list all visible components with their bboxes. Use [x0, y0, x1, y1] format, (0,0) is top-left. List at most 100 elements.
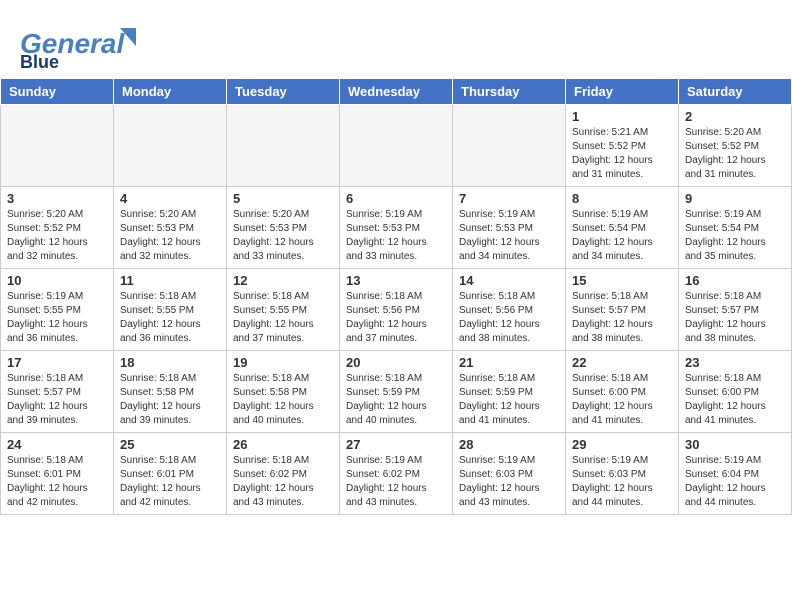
day-info: Sunrise: 5:18 AM Sunset: 5:58 PM Dayligh… [120, 372, 220, 428]
calendar-cell: 10 Sunrise: 5:19 AM Sunset: 5:55 PM Dayli… [1, 269, 114, 351]
day-info: Sunrise: 5:18 AM Sunset: 6:00 PM Dayligh… [685, 372, 785, 428]
day-number: 6 [346, 191, 446, 206]
calendar-cell: 1 Sunrise: 5:21 AM Sunset: 5:52 PM Daylig… [566, 105, 679, 187]
day-info: Sunrise: 5:18 AM Sunset: 5:57 PM Dayligh… [685, 290, 785, 346]
calendar-cell [1, 105, 114, 187]
calendar-body: 1 Sunrise: 5:21 AM Sunset: 5:52 PM Daylig… [1, 105, 792, 515]
calendar-cell [227, 105, 340, 187]
day-info: Sunrise: 5:18 AM Sunset: 5:56 PM Dayligh… [459, 290, 559, 346]
day-info: Sunrise: 5:18 AM Sunset: 5:57 PM Dayligh… [7, 372, 107, 428]
calendar-cell: 13 Sunrise: 5:18 AM Sunset: 5:56 PM Dayli… [340, 269, 453, 351]
day-number: 14 [459, 273, 559, 288]
day-number: 22 [572, 355, 672, 370]
day-number: 18 [120, 355, 220, 370]
day-number: 25 [120, 437, 220, 452]
day-of-week-friday: Friday [566, 79, 679, 105]
day-info: Sunrise: 5:19 AM Sunset: 6:02 PM Dayligh… [346, 454, 446, 510]
day-info: Sunrise: 5:18 AM Sunset: 6:00 PM Dayligh… [572, 372, 672, 428]
calendar-cell: 12Sunrise: 5:18 AM Sunset: 5:55 PM Dayli… [227, 269, 340, 351]
calendar-week-4: 17 Sunrise: 5:18 AM Sunset: 5:57 PM Dayli… [1, 351, 792, 433]
calendar-cell: 21 Sunrise: 5:18 AM Sunset: 5:59 PM Dayli… [453, 351, 566, 433]
calendar-cell: 18 Sunrise: 5:18 AM Sunset: 5:58 PM Dayli… [114, 351, 227, 433]
day-info: Sunrise: 5:19 AM Sunset: 5:54 PM Dayligh… [685, 208, 785, 264]
day-info: Sunrise: 5:19 AM Sunset: 6:04 PM Dayligh… [685, 454, 785, 510]
day-info: Sunrise: 5:18 AM Sunset: 5:56 PM Dayligh… [346, 290, 446, 346]
day-number: 24 [7, 437, 107, 452]
day-info: Sunrise: 5:19 AM Sunset: 6:03 PM Dayligh… [459, 454, 559, 510]
calendar-cell: 3 Sunrise: 5:20 AM Sunset: 5:52 PM Daylig… [1, 187, 114, 269]
calendar-week-3: 10 Sunrise: 5:19 AM Sunset: 5:55 PM Dayli… [1, 269, 792, 351]
calendar-week-2: 3 Sunrise: 5:20 AM Sunset: 5:52 PM Daylig… [1, 187, 792, 269]
day-number: 12 [233, 273, 333, 288]
day-number: 29 [572, 437, 672, 452]
day-info: Sunrise: 5:18 AM Sunset: 5:58 PM Dayligh… [233, 372, 333, 428]
day-info: Sunrise: 5:20 AM Sunset: 5:52 PM Dayligh… [7, 208, 107, 264]
day-info: Sunrise: 5:19 AM Sunset: 5:53 PM Dayligh… [346, 208, 446, 264]
day-info: Sunrise: 5:18 AM Sunset: 6:01 PM Dayligh… [120, 454, 220, 510]
day-info: Sunrise: 5:20 AM Sunset: 5:53 PM Dayligh… [120, 208, 220, 264]
calendar-cell: 27Sunrise: 5:19 AM Sunset: 6:02 PM Dayli… [340, 433, 453, 515]
day-number: 13 [346, 273, 446, 288]
calendar-cell: 20 Sunrise: 5:18 AM Sunset: 5:59 PM Dayli… [340, 351, 453, 433]
calendar-cell [453, 105, 566, 187]
day-of-week-wednesday: Wednesday [340, 79, 453, 105]
day-of-week-sunday: Sunday [1, 79, 114, 105]
day-info: Sunrise: 5:19 AM Sunset: 6:03 PM Dayligh… [572, 454, 672, 510]
day-number: 5 [233, 191, 333, 206]
day-info: Sunrise: 5:19 AM Sunset: 5:53 PM Dayligh… [459, 208, 559, 264]
calendar-cell: 29 Sunrise: 5:19 AM Sunset: 6:03 PM Dayli… [566, 433, 679, 515]
calendar-cell: 11Sunrise: 5:18 AM Sunset: 5:55 PM Dayli… [114, 269, 227, 351]
day-info: Sunrise: 5:21 AM Sunset: 5:52 PM Dayligh… [572, 126, 672, 182]
day-number: 16 [685, 273, 785, 288]
day-number: 26 [233, 437, 333, 452]
calendar-week-5: 24 Sunrise: 5:18 AM Sunset: 6:01 PM Dayli… [1, 433, 792, 515]
day-info: Sunrise: 5:19 AM Sunset: 5:55 PM Dayligh… [7, 290, 107, 346]
calendar-week-1: 1 Sunrise: 5:21 AM Sunset: 5:52 PM Daylig… [1, 105, 792, 187]
day-number: 20 [346, 355, 446, 370]
calendar-cell: 14 Sunrise: 5:18 AM Sunset: 5:56 PM Dayli… [453, 269, 566, 351]
days-of-week-row: SundayMondayTuesdayWednesdayThursdayFrid… [1, 79, 792, 105]
day-number: 28 [459, 437, 559, 452]
calendar-cell: 16 Sunrise: 5:18 AM Sunset: 5:57 PM Dayli… [679, 269, 792, 351]
day-of-week-thursday: Thursday [453, 79, 566, 105]
day-info: Sunrise: 5:18 AM Sunset: 5:59 PM Dayligh… [459, 372, 559, 428]
page-header: General Blue [0, 0, 792, 78]
day-number: 10 [7, 273, 107, 288]
day-number: 3 [7, 191, 107, 206]
day-number: 8 [572, 191, 672, 206]
day-number: 30 [685, 437, 785, 452]
calendar-cell: 24 Sunrise: 5:18 AM Sunset: 6:01 PM Dayli… [1, 433, 114, 515]
day-of-week-saturday: Saturday [679, 79, 792, 105]
day-of-week-tuesday: Tuesday [227, 79, 340, 105]
day-info: Sunrise: 5:18 AM Sunset: 6:02 PM Dayligh… [233, 454, 333, 510]
day-info: Sunrise: 5:18 AM Sunset: 5:59 PM Dayligh… [346, 372, 446, 428]
calendar-cell: 6 Sunrise: 5:19 AM Sunset: 5:53 PM Daylig… [340, 187, 453, 269]
calendar-cell: 8 Sunrise: 5:19 AM Sunset: 5:54 PM Daylig… [566, 187, 679, 269]
calendar-cell: 30 Sunrise: 5:19 AM Sunset: 6:04 PM Dayli… [679, 433, 792, 515]
calendar-cell: 26 Sunrise: 5:18 AM Sunset: 6:02 PM Dayli… [227, 433, 340, 515]
calendar-cell: 22 Sunrise: 5:18 AM Sunset: 6:00 PM Dayli… [566, 351, 679, 433]
calendar-cell: 2Sunrise: 5:20 AM Sunset: 5:52 PM Daylig… [679, 105, 792, 187]
day-number: 15 [572, 273, 672, 288]
calendar-table: SundayMondayTuesdayWednesdayThursdayFrid… [0, 78, 792, 515]
day-number: 21 [459, 355, 559, 370]
day-of-week-monday: Monday [114, 79, 227, 105]
calendar-cell: 28 Sunrise: 5:19 AM Sunset: 6:03 PM Dayli… [453, 433, 566, 515]
day-number: 9 [685, 191, 785, 206]
calendar-cell: 23 Sunrise: 5:18 AM Sunset: 6:00 PM Dayli… [679, 351, 792, 433]
calendar-cell: 15 Sunrise: 5:18 AM Sunset: 5:57 PM Dayli… [566, 269, 679, 351]
calendar-cell: 9 Sunrise: 5:19 AM Sunset: 5:54 PM Daylig… [679, 187, 792, 269]
day-info: Sunrise: 5:18 AM Sunset: 6:01 PM Dayligh… [7, 454, 107, 510]
day-number: 17 [7, 355, 107, 370]
day-number: 23 [685, 355, 785, 370]
day-number: 19 [233, 355, 333, 370]
day-info: Sunrise: 5:18 AM Sunset: 5:57 PM Dayligh… [572, 290, 672, 346]
day-info: Sunrise: 5:19 AM Sunset: 5:54 PM Dayligh… [572, 208, 672, 264]
day-number: 2 [685, 109, 785, 124]
day-number: 1 [572, 109, 672, 124]
calendar-cell: 17 Sunrise: 5:18 AM Sunset: 5:57 PM Dayli… [1, 351, 114, 433]
calendar-cell [114, 105, 227, 187]
day-number: 7 [459, 191, 559, 206]
day-number: 11 [120, 273, 220, 288]
logo-svg: General Blue [20, 18, 150, 68]
